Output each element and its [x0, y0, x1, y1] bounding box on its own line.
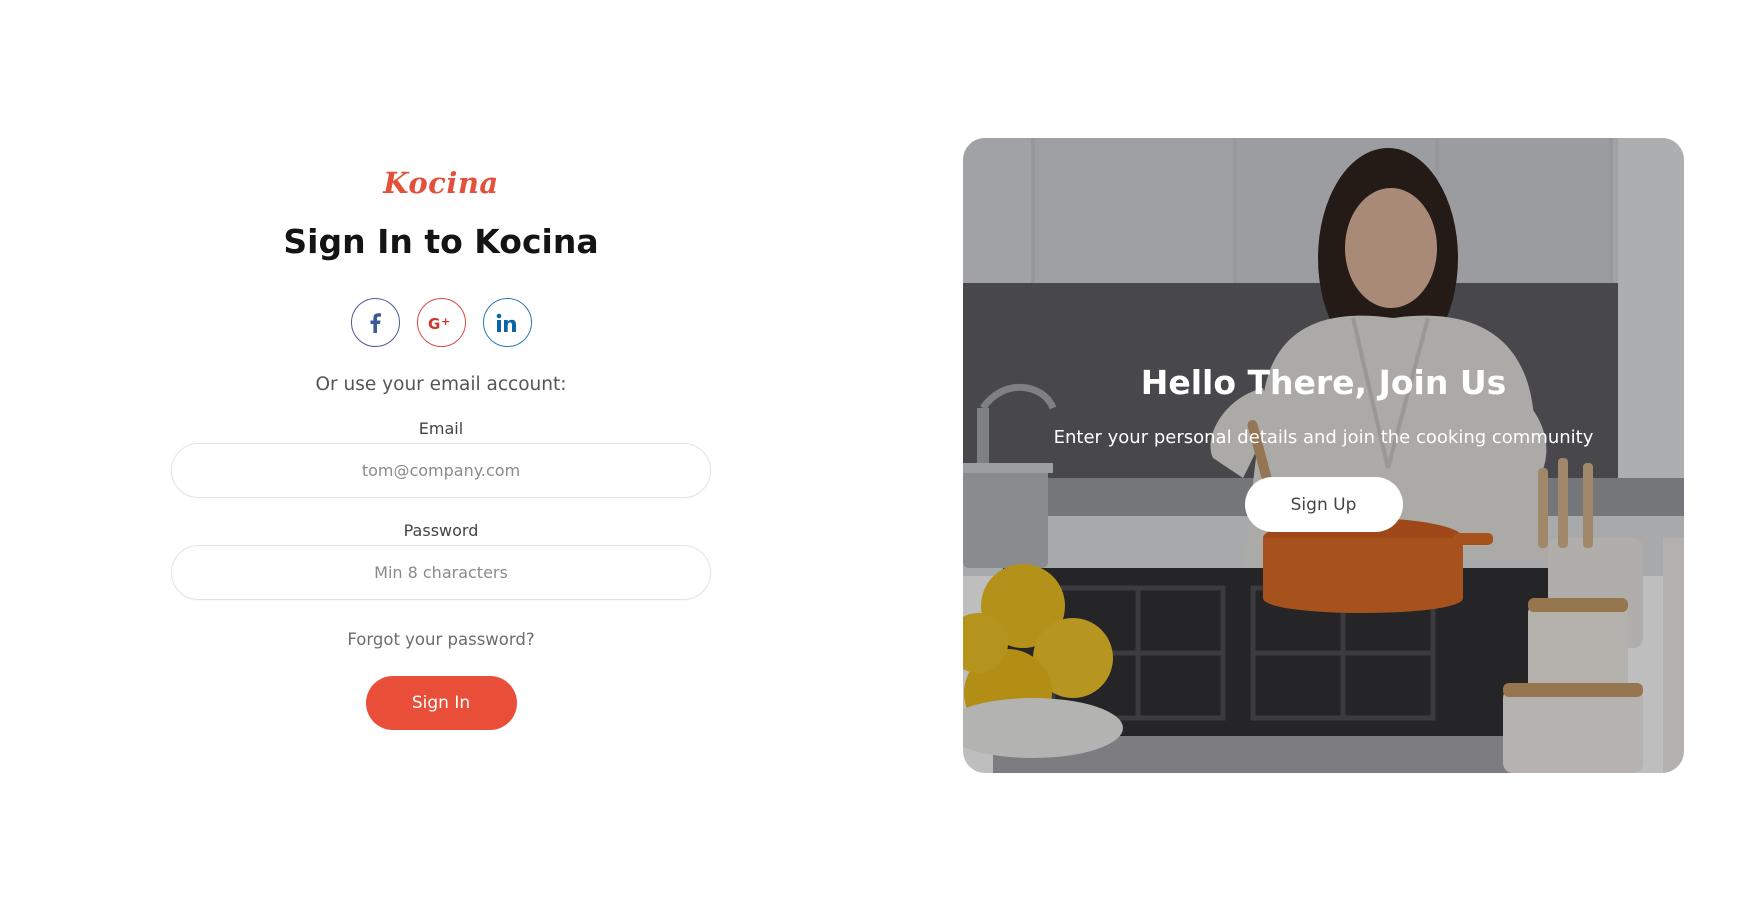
sign-in-page: Kocina Sign In to Kocina G + Or use your…	[0, 0, 1755, 906]
google-plus-icon: G +	[428, 315, 450, 332]
linkedin-icon	[496, 313, 516, 332]
hero-subtitle: Enter your personal details and join the…	[1053, 427, 1594, 448]
password-field[interactable]	[171, 545, 711, 600]
facebook-login-button[interactable]	[350, 298, 400, 347]
hero-content: Hello There, Join Us Enter your personal…	[963, 363, 1684, 532]
sign-in-button[interactable]: Sign In	[365, 676, 517, 730]
hero-card: Hello There, Join Us Enter your personal…	[963, 138, 1684, 773]
brand-logo[interactable]: Kocina	[383, 160, 498, 206]
facebook-icon	[370, 312, 381, 333]
email-field[interactable]	[171, 443, 711, 498]
page-title: Sign In to Kocina	[283, 222, 599, 261]
email-divider-text: Or use your email account:	[315, 374, 567, 395]
svg-text:+: +	[441, 315, 450, 328]
password-label: Password	[403, 521, 479, 540]
google-plus-login-button[interactable]: G +	[416, 298, 466, 347]
sign-up-button[interactable]: Sign Up	[1244, 477, 1403, 532]
social-login-group: G +	[350, 298, 532, 347]
email-label: Email	[418, 419, 464, 438]
svg-text:G: G	[428, 315, 440, 332]
hero-title: Hello There, Join Us	[1140, 363, 1507, 402]
forgot-password-link[interactable]: Forgot your password?	[347, 629, 534, 651]
linkedin-login-button[interactable]	[482, 298, 532, 347]
sign-in-panel: Kocina Sign In to Kocina G + Or use your…	[171, 160, 711, 730]
